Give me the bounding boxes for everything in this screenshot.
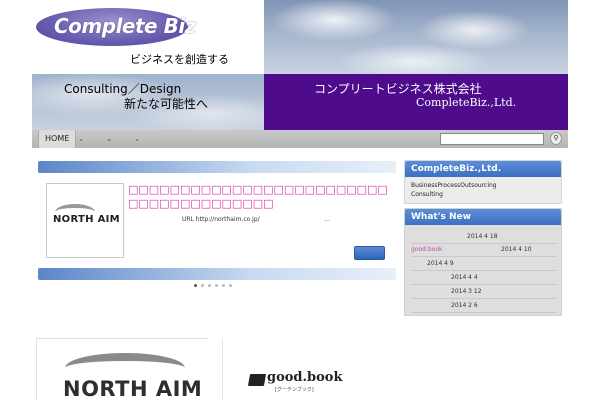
slider-dot[interactable] <box>208 284 211 287</box>
company-card-line: Consulting <box>411 191 443 198</box>
slide-more-text: ... <box>324 216 330 223</box>
news-date: 2014 4 18 <box>467 233 498 240</box>
good-book-banner-text: good.book <box>267 370 343 385</box>
book-icon <box>247 374 267 386</box>
slide-read-more-button[interactable] <box>354 246 385 260</box>
whats-new-title: What's New <box>405 209 561 225</box>
company-card-title: CompleteBiz.,Ltd. <box>405 161 561 177</box>
slide-url: URL http://northaim.co.jp/ <box>182 216 260 223</box>
slider-dot[interactable] <box>215 284 218 287</box>
news-divider <box>411 298 557 299</box>
nav-item-home[interactable]: HOME <box>38 130 77 148</box>
page: Complete Biz ビジネスを創造する Consulting／Design… <box>32 0 568 400</box>
sidebar-whats-new: What's New 2014 4 18 good.book 2014 4 10… <box>404 208 562 316</box>
slider-dot[interactable] <box>222 284 225 287</box>
slider-dot[interactable] <box>201 284 204 287</box>
news-link[interactable]: good.book <box>411 246 443 254</box>
news-divider <box>411 270 557 271</box>
news-divider <box>411 256 557 257</box>
header-company-panel: コンプリートビジネス株式会社 CompleteBiz.,Ltd. <box>264 74 568 130</box>
logo-text[interactable]: Complete Biz <box>54 14 196 38</box>
sidebar-company-card: CompleteBiz.,Ltd. BusinessProcessOutsour… <box>404 160 562 204</box>
news-divider <box>411 312 557 313</box>
chevron-down-icon[interactable]: ⌄ <box>74 134 88 144</box>
logo-area[interactable]: Complete Biz ビジネスを創造する <box>32 0 264 74</box>
company-name-jp: コンプリートビジネス株式会社 <box>314 82 482 96</box>
news-date: 2014 2 6 <box>451 302 478 309</box>
search-input[interactable] <box>440 133 544 145</box>
news-date: 2014 4 4 <box>451 274 478 281</box>
slider-dot[interactable] <box>194 284 197 287</box>
tagline: ビジネスを創造する <box>130 53 229 66</box>
company-name-en: CompleteBiz.,Ltd. <box>416 96 517 109</box>
slider-dots <box>194 284 232 290</box>
news-divider <box>411 243 557 244</box>
good-book-banner[interactable]: good.book [グーテンブック] <box>222 338 372 400</box>
consulting-line-2: 新たな可能性へ <box>124 97 209 111</box>
news-date: 2014 4 9 <box>427 260 454 267</box>
north-aim-banner-text: NORTH AIM <box>63 377 203 400</box>
news-date: 2014 4 10 <box>501 246 532 253</box>
slider-top-bar <box>38 161 396 173</box>
slider-dot[interactable] <box>229 284 232 287</box>
chevron-down-icon[interactable]: ⌄ <box>102 134 116 144</box>
search-icon[interactable]: ⚲ <box>550 132 562 145</box>
company-card-line: BusinessProcessOutsourcing <box>411 182 497 189</box>
north-aim-banner[interactable]: NORTH AIM <box>36 338 208 400</box>
slide-title-link[interactable]: □□□□□□□□□□□□□□□□□□□□□□□□□□□□□□□□□□□□□□□ <box>128 183 388 211</box>
main-nav: HOME ⌄ ⌄ ⌄ ⚲ <box>32 130 568 148</box>
chevron-down-icon[interactable]: ⌄ <box>130 134 144 144</box>
header-consulting-panel: Consulting／Design 新たな可能性へ <box>32 74 264 130</box>
good-book-banner-subtext: [グーテンブック] <box>275 387 314 393</box>
news-date: 2014 3 12 <box>451 288 482 295</box>
news-divider <box>411 284 557 285</box>
header-sky-image <box>264 0 568 74</box>
thumbnail-logo-text: NORTH AIM <box>53 214 120 225</box>
slide-thumbnail[interactable]: NORTH AIM <box>46 183 124 258</box>
slider-bottom-bar <box>38 268 396 280</box>
